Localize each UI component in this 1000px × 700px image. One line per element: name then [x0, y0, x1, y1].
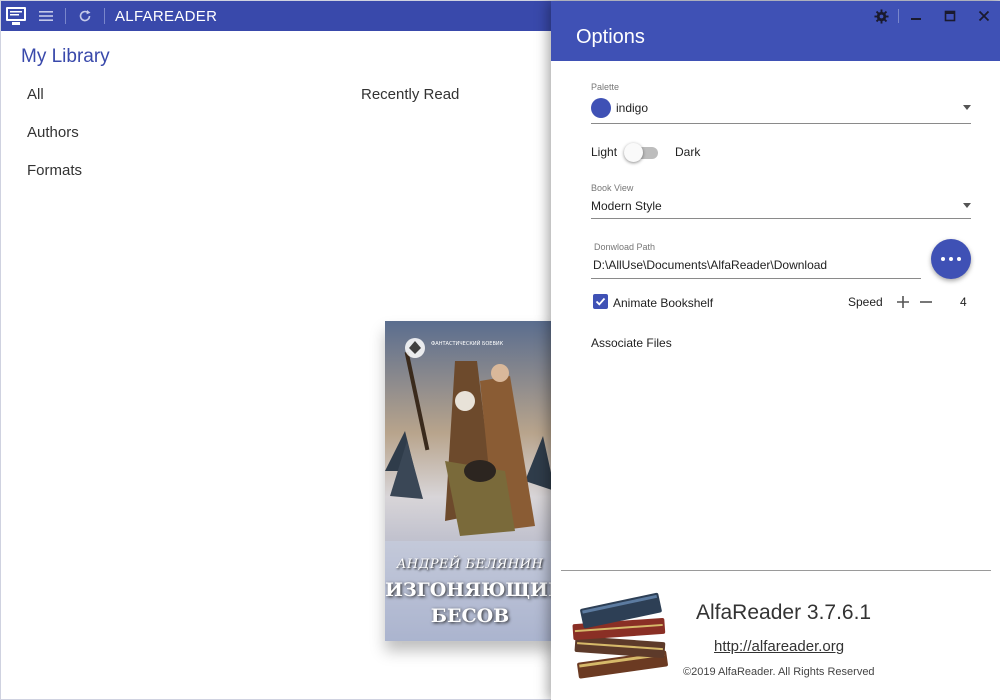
- nav-item-formats[interactable]: Formats: [27, 162, 82, 179]
- animate-bookshelf-checkbox[interactable]: [593, 294, 608, 309]
- speed-value: 4: [960, 295, 967, 309]
- palette-label: Palette: [591, 82, 620, 92]
- download-path-underline: [591, 278, 921, 279]
- associate-files-button[interactable]: Associate Files: [591, 336, 672, 350]
- more-dots-icon-dot: [957, 257, 961, 261]
- nav-item-all[interactable]: All: [27, 86, 44, 103]
- header-divider: [898, 9, 899, 23]
- about-website-link[interactable]: http://alfareader.org: [714, 638, 844, 655]
- close-icon[interactable]: [972, 5, 996, 27]
- gear-icon[interactable]: [869, 5, 893, 27]
- speed-decrease-icon[interactable]: [917, 293, 935, 311]
- more-dots-icon-dot: [949, 257, 953, 261]
- more-dots-icon: [941, 257, 945, 261]
- options-header: Options: [551, 1, 1000, 61]
- browse-folder-button[interactable]: [931, 239, 971, 279]
- app-title: ALFAREADER: [115, 7, 218, 25]
- refresh-icon[interactable]: [70, 1, 100, 31]
- footer-divider: [561, 570, 991, 571]
- download-path-input[interactable]: D:\AllUse\Documents\AlfaReader\Download: [593, 258, 827, 272]
- book-view-underline: [591, 218, 971, 219]
- animate-bookshelf-label: Animate Bookshelf: [613, 296, 714, 310]
- options-panel: Options Palette indigo Light Dark Book V…: [551, 1, 1000, 700]
- palette-underline: [591, 123, 971, 124]
- palette-value[interactable]: indigo: [616, 101, 648, 115]
- hamburger-menu-icon[interactable]: [31, 1, 61, 31]
- book-title-line-2: БЕСОВ: [430, 605, 510, 627]
- about-copyright: ©2019 AlfaReader. All Rights Reserved: [683, 666, 875, 678]
- speed-increase-icon[interactable]: [894, 293, 912, 311]
- book-view-dropdown-arrow-icon[interactable]: [963, 203, 971, 208]
- minimize-icon[interactable]: [904, 5, 928, 27]
- theme-light-label: Light: [591, 145, 618, 159]
- app-window: ALFAREADER My Library All Authors Format…: [0, 0, 1000, 700]
- download-path-label: Donwload Path: [594, 242, 656, 252]
- books-stack-logo-icon: [569, 591, 674, 690]
- options-title: Options: [576, 26, 645, 48]
- book-view-value[interactable]: Modern Style: [591, 199, 662, 213]
- maximize-icon[interactable]: [938, 5, 962, 27]
- book-title-line-1: ИЗГОНЯЮЩИЙ: [385, 579, 555, 601]
- theme-dark-label: Dark: [675, 145, 701, 159]
- palette-swatch: [591, 98, 611, 118]
- speed-label: Speed: [848, 295, 883, 309]
- nav-item-authors[interactable]: Authors: [27, 124, 79, 141]
- book-series-label: ФАНТАСТИЧЕСКИЙ БОЕВИК: [431, 341, 504, 347]
- book-view-label: Book View: [591, 183, 634, 193]
- about-app-name: AlfaReader 3.7.6.1: [696, 601, 872, 624]
- book-cover[interactable]: ФАНТАСТИЧЕСКИЙ БОЕВИК АНДРЕЙ БЕЛЯНИН ИЗГ…: [385, 321, 555, 641]
- palette-dropdown-arrow-icon[interactable]: [963, 105, 971, 110]
- recently-read-heading: Recently Read: [361, 86, 460, 103]
- book-author: АНДРЕЙ БЕЛЯНИН: [396, 557, 544, 572]
- toolbar-divider: [65, 8, 66, 24]
- toolbar-divider: [104, 8, 105, 24]
- app-logo-icon: [1, 1, 31, 31]
- theme-toggle-thumb[interactable]: [624, 143, 643, 162]
- library-heading: My Library: [21, 46, 110, 67]
